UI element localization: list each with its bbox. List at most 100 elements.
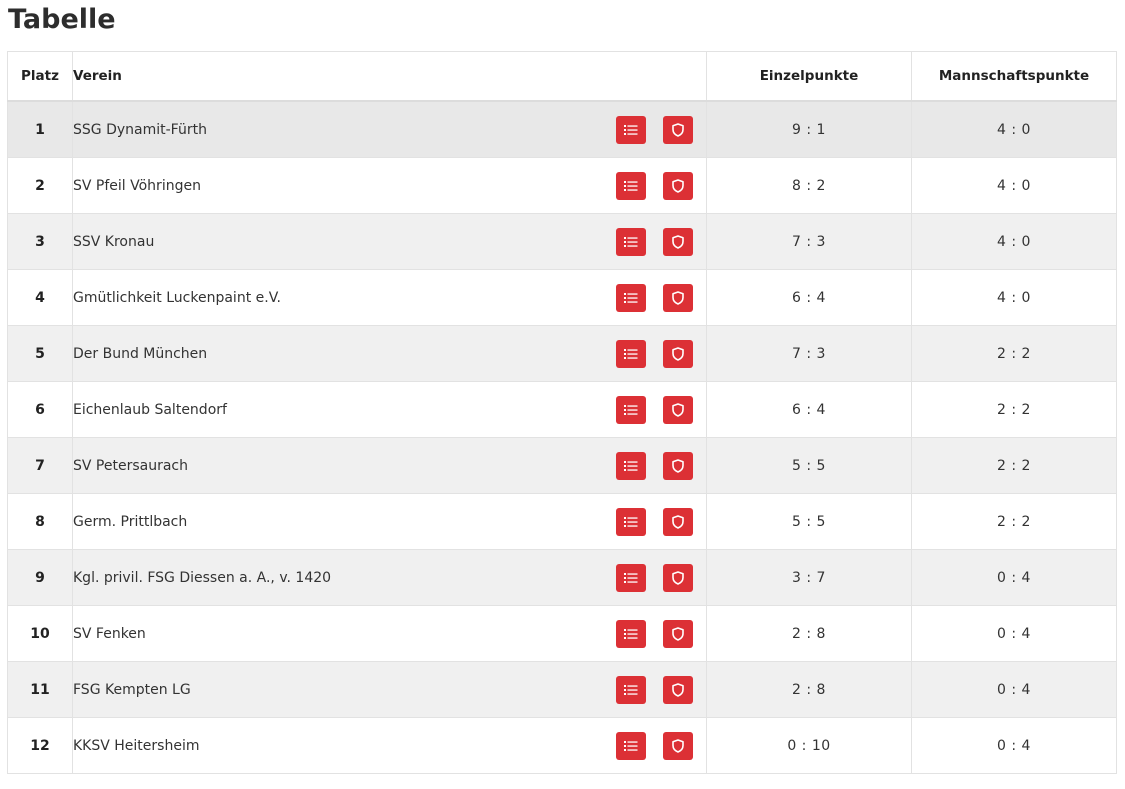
- team-points-cell: 2 : 2: [911, 325, 1117, 382]
- shield-icon: [672, 570, 684, 585]
- club-name: Germ. Prittlbach: [73, 513, 188, 530]
- club-crest-button[interactable]: [663, 171, 693, 200]
- results-list-button[interactable]: [616, 339, 646, 368]
- club-crest-button[interactable]: [663, 339, 693, 368]
- shield-icon: [672, 178, 684, 193]
- shield-icon: [672, 234, 684, 249]
- club-cell: Gmütlichkeit Luckenpaint e.V.: [72, 269, 707, 326]
- header-single-points: Einzelpunkte: [706, 51, 912, 102]
- club-crest-button[interactable]: [663, 563, 693, 592]
- list-icon: [624, 124, 638, 135]
- club-name: FSG Kempten LG: [73, 681, 191, 698]
- row-actions: [616, 563, 693, 592]
- shield-icon: [672, 122, 684, 137]
- rank-cell: 9: [7, 549, 73, 606]
- list-icon: [624, 292, 638, 303]
- club-crest-button[interactable]: [663, 507, 693, 536]
- results-list-button[interactable]: [616, 227, 646, 256]
- club-name: KKSV Heitersheim: [73, 737, 200, 754]
- club-name: SV Fenken: [73, 625, 146, 642]
- results-list-button[interactable]: [616, 283, 646, 312]
- results-list-button[interactable]: [616, 619, 646, 648]
- shield-icon: [672, 290, 684, 305]
- club-name: Kgl. privil. FSG Diessen a. A., v. 1420: [73, 569, 332, 586]
- team-points-cell: 4 : 0: [911, 213, 1117, 270]
- single-points-cell: 2 : 8: [706, 661, 912, 718]
- club-cell: SSV Kronau: [72, 213, 707, 270]
- row-actions: [616, 171, 693, 200]
- rank-cell: 7: [7, 437, 73, 494]
- club-cell: FSG Kempten LG: [72, 661, 707, 718]
- club-crest-button[interactable]: [663, 115, 693, 144]
- table-row: 12 KKSV Heitersheim 0: 10 0: 4: [7, 717, 1117, 774]
- single-points-cell: 8 : 2: [706, 157, 912, 214]
- results-list-button[interactable]: [616, 171, 646, 200]
- club-crest-button[interactable]: [663, 675, 693, 704]
- results-list-button[interactable]: [616, 451, 646, 480]
- results-list-button[interactable]: [616, 563, 646, 592]
- list-icon: [624, 460, 638, 471]
- club-crest-button[interactable]: [663, 619, 693, 648]
- row-actions: [616, 619, 693, 648]
- single-points-cell: 7 : 3: [706, 213, 912, 270]
- shield-icon: [672, 738, 684, 753]
- rank-cell: 6: [7, 381, 73, 438]
- row-actions: [616, 675, 693, 704]
- list-icon: [624, 684, 638, 695]
- shield-icon: [672, 682, 684, 697]
- results-list-button[interactable]: [616, 507, 646, 536]
- rank-cell: 12: [7, 717, 73, 774]
- rank-cell: 2: [7, 157, 73, 214]
- list-icon: [624, 180, 638, 191]
- results-list-button[interactable]: [616, 731, 646, 760]
- single-points-cell: 6 : 4: [706, 381, 912, 438]
- list-icon: [624, 404, 638, 415]
- list-icon: [624, 628, 638, 639]
- results-list-button[interactable]: [616, 675, 646, 704]
- shield-icon: [672, 514, 684, 529]
- row-actions: [616, 731, 693, 760]
- team-points-cell: 0 : 4: [911, 661, 1117, 718]
- row-actions: [616, 115, 693, 144]
- club-cell: KKSV Heitersheim: [72, 717, 707, 774]
- table-row: 5 Der Bund München 7: 3 2: 2: [7, 325, 1117, 382]
- list-icon: [624, 740, 638, 751]
- table-row: 10 SV Fenken 2: 8 0: 4: [7, 605, 1117, 662]
- rank-cell: 10: [7, 605, 73, 662]
- club-cell: Kgl. privil. FSG Diessen a. A., v. 1420: [72, 549, 707, 606]
- single-points-cell: 7 : 3: [706, 325, 912, 382]
- club-name: Gmütlichkeit Luckenpaint e.V.: [73, 289, 281, 306]
- list-icon: [624, 516, 638, 527]
- club-crest-button[interactable]: [663, 395, 693, 424]
- club-crest-button[interactable]: [663, 227, 693, 256]
- rank-cell: 11: [7, 661, 73, 718]
- team-points-cell: 2 : 2: [911, 437, 1117, 494]
- club-crest-button[interactable]: [663, 731, 693, 760]
- results-list-button[interactable]: [616, 115, 646, 144]
- rank-cell: 4: [7, 269, 73, 326]
- club-cell: SV Petersaurach: [72, 437, 707, 494]
- club-name: Der Bund München: [73, 345, 208, 362]
- club-crest-button[interactable]: [663, 283, 693, 312]
- list-icon: [624, 348, 638, 359]
- club-crest-button[interactable]: [663, 451, 693, 480]
- table-row: 1 SSG Dynamit-Fürth 9: 1 4: 0: [7, 100, 1117, 158]
- team-points-cell: 4 : 0: [911, 157, 1117, 214]
- single-points-cell: 5 : 5: [706, 493, 912, 550]
- table-row: 2 SV Pfeil Vöhringen 8: 2 4: 0: [7, 157, 1117, 214]
- header-rank: Platz: [7, 51, 73, 102]
- row-actions: [616, 451, 693, 480]
- table-row: 11 FSG Kempten LG 2: 8 0: 4: [7, 661, 1117, 718]
- club-cell: Germ. Prittlbach: [72, 493, 707, 550]
- club-name: SV Pfeil Vöhringen: [73, 177, 201, 194]
- results-list-button[interactable]: [616, 395, 646, 424]
- club-name: SV Petersaurach: [73, 457, 188, 474]
- header-team-points: Mannschaftspunkte: [911, 51, 1117, 102]
- standings-table: Platz Verein Einzelpunkte Mannschaftspun…: [7, 51, 1117, 774]
- rank-cell: 5: [7, 325, 73, 382]
- shield-icon: [672, 402, 684, 417]
- single-points-cell: 6 : 4: [706, 269, 912, 326]
- team-points-cell: 4 : 0: [911, 269, 1117, 326]
- team-points-cell: 2 : 2: [911, 381, 1117, 438]
- single-points-cell: 0 : 10: [706, 717, 912, 774]
